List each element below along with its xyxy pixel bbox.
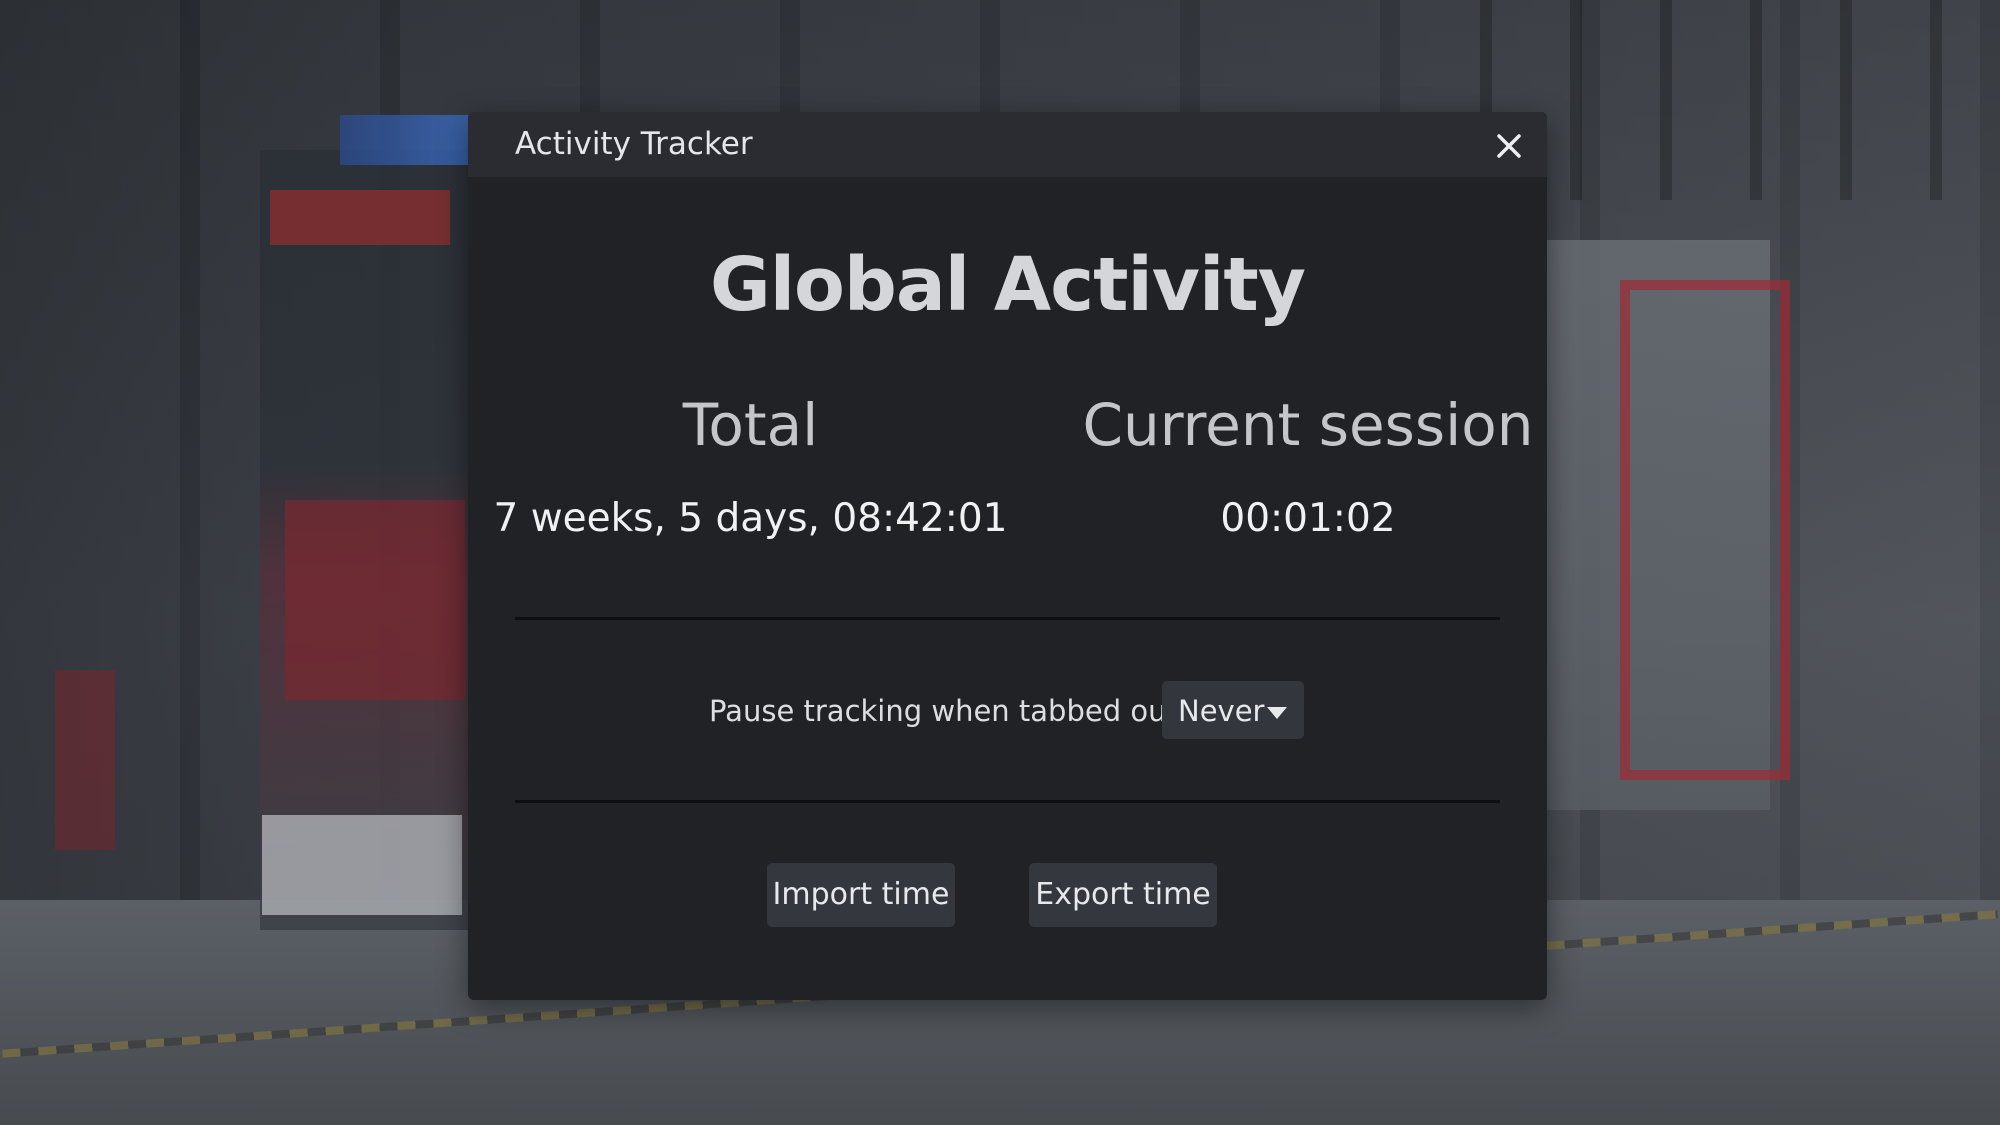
page-heading: Global Activity	[709, 242, 1306, 328]
background-truck-red-panel	[270, 190, 450, 245]
background-extinguisher	[55, 670, 115, 850]
dialog-title-bar[interactable]: Activity Tracker	[468, 112, 1547, 177]
caret-down-icon	[1266, 705, 1288, 724]
pause-tracking-select[interactable]: Never	[1162, 681, 1304, 739]
pause-tracking-row: Pause tracking when tabbed out: Never	[468, 681, 1547, 741]
background-truck-red-body	[285, 500, 465, 700]
dialog-title: Activity Tracker	[515, 126, 753, 162]
divider	[515, 800, 1500, 803]
pause-tracking-label: Pause tracking when tabbed out:	[709, 694, 1188, 728]
background-truck-bumper	[262, 815, 462, 915]
current-session-value: 00:01:02	[1220, 496, 1396, 541]
background-truck-right-trim	[1620, 280, 1790, 780]
import-time-button[interactable]: Import time	[767, 863, 955, 927]
divider	[515, 617, 1500, 620]
background-window	[1480, 0, 2000, 200]
total-value: 7 weeks, 5 days, 08:42:01	[493, 496, 1008, 541]
pause-tracking-selected-value: Never	[1178, 694, 1265, 728]
close-button[interactable]	[1489, 126, 1529, 166]
total-label: Total	[682, 391, 819, 459]
export-time-button[interactable]: Export time	[1029, 863, 1217, 927]
close-icon	[1497, 134, 1521, 158]
background-truck-siren	[340, 115, 470, 165]
current-session-label: Current session	[1082, 391, 1534, 459]
activity-tracker-dialog: Activity Tracker Global Activity Total C…	[468, 112, 1547, 1000]
